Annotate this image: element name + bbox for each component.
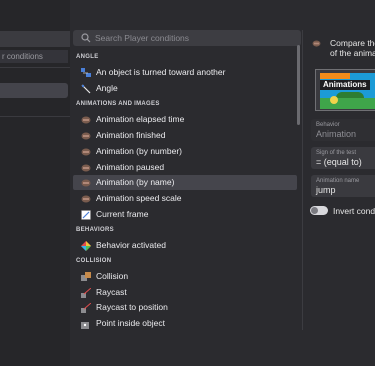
description-line-1: Compare the a	[330, 38, 375, 48]
list-item[interactable]: Behavior activated	[73, 238, 297, 253]
thumbnail-ground	[320, 98, 375, 109]
raycast-icon	[81, 288, 91, 298]
invert-condition-label: Invert conditi	[333, 206, 375, 216]
turn-toward-icon	[81, 68, 91, 77]
current-frame-icon	[81, 210, 91, 220]
conditions-list-panel: ANGLE An object is turned toward another…	[71, 27, 303, 331]
list-item[interactable]: An object is turned toward another	[73, 65, 297, 80]
thumbnail-stripe	[320, 73, 350, 79]
film-icon	[81, 132, 91, 140]
behavior-icon	[81, 241, 91, 251]
field-value: Animation	[316, 129, 357, 139]
list-item-label: Raycast	[96, 287, 127, 297]
list-item-label: Raycast to position	[96, 302, 168, 312]
section-header-animations: ANIMATIONS AND IMAGES	[76, 101, 160, 107]
search-box[interactable]	[73, 30, 301, 46]
sign-of-test-select[interactable]: Sign of the test = (equal to)	[311, 147, 375, 169]
film-icon	[81, 179, 91, 187]
list-item-label: Current frame	[96, 209, 149, 219]
list-item-selected[interactable]: Animation (by name)	[73, 175, 297, 190]
tutorial-thumbnail[interactable]: Animations	[315, 69, 375, 111]
section-header-behaviors: BEHAVIORS	[76, 227, 114, 233]
field-value: jump	[316, 185, 336, 195]
condition-description: Compare the a of the animati	[330, 38, 375, 58]
raycast-icon	[81, 303, 91, 313]
description-line-2: of the animati	[330, 48, 375, 58]
list-item-label: Collision	[96, 271, 129, 281]
list-item[interactable]: Raycast to position	[73, 300, 297, 315]
collision-icon	[81, 272, 91, 281]
animation-name-field[interactable]: Animation name jump	[311, 175, 375, 197]
list-scrollbar[interactable]	[297, 45, 300, 125]
list-item[interactable]: Current frame	[73, 207, 297, 222]
left-divider-2	[0, 116, 70, 117]
list-item[interactable]: Animation elapsed time	[73, 112, 297, 127]
list-item-label: Animation (by name)	[96, 177, 175, 187]
list-item-label: Behavior activated	[96, 240, 166, 250]
list-item-label: Animation (by number)	[96, 146, 182, 156]
list-item-label: Point inside object	[96, 318, 165, 328]
list-item-label: Animation speed scale	[96, 193, 182, 203]
point-inside-icon	[81, 322, 89, 329]
search-icon	[81, 33, 91, 43]
list-item[interactable]: Angle	[73, 81, 297, 96]
section-header-angle: ANGLE	[76, 54, 99, 60]
film-icon	[81, 116, 91, 124]
list-item[interactable]: Point inside object	[73, 316, 297, 331]
list-item[interactable]: Animation (by number)	[73, 144, 297, 159]
list-item-label: Angle	[96, 83, 118, 93]
left-conditions-label[interactable]: r conditions	[0, 50, 68, 63]
left-divider	[0, 67, 70, 68]
thumbnail-badge: Animations	[320, 80, 370, 90]
details-panel: Compare the a of the animati Animations …	[304, 0, 375, 366]
thumbnail-character	[330, 96, 338, 104]
list-item[interactable]: Animation paused	[73, 160, 297, 175]
list-item[interactable]: Collision	[73, 269, 297, 284]
field-label: Sign of the test	[316, 150, 357, 156]
list-item-label: Animation paused	[96, 162, 165, 172]
field-value: = (equal to)	[316, 157, 362, 167]
film-icon	[81, 148, 91, 156]
angle-icon	[81, 84, 91, 94]
film-icon	[312, 40, 321, 47]
field-label: Behavior	[316, 122, 340, 128]
list-item-label: Animation elapsed time	[96, 114, 185, 124]
left-panel-header	[0, 31, 70, 47]
toggle-knob	[311, 207, 318, 214]
list-item[interactable]: Raycast	[73, 285, 297, 300]
search-input[interactable]	[95, 30, 295, 46]
list-item[interactable]: Animation speed scale	[73, 191, 297, 206]
behavior-field[interactable]: Behavior Animation	[311, 119, 375, 141]
field-label: Animation name	[316, 178, 360, 184]
list-item-label: Animation finished	[96, 130, 166, 140]
left-selected-row[interactable]	[0, 83, 68, 98]
film-icon	[81, 164, 91, 172]
list-item[interactable]: Animation finished	[73, 128, 297, 143]
list-item-label: An object is turned toward another	[96, 67, 226, 77]
panel-divider	[302, 30, 303, 330]
left-panel: r conditions	[0, 0, 70, 366]
film-icon	[81, 195, 91, 203]
section-header-collision: COLLISION	[76, 258, 112, 264]
invert-condition-toggle[interactable]	[310, 206, 328, 215]
